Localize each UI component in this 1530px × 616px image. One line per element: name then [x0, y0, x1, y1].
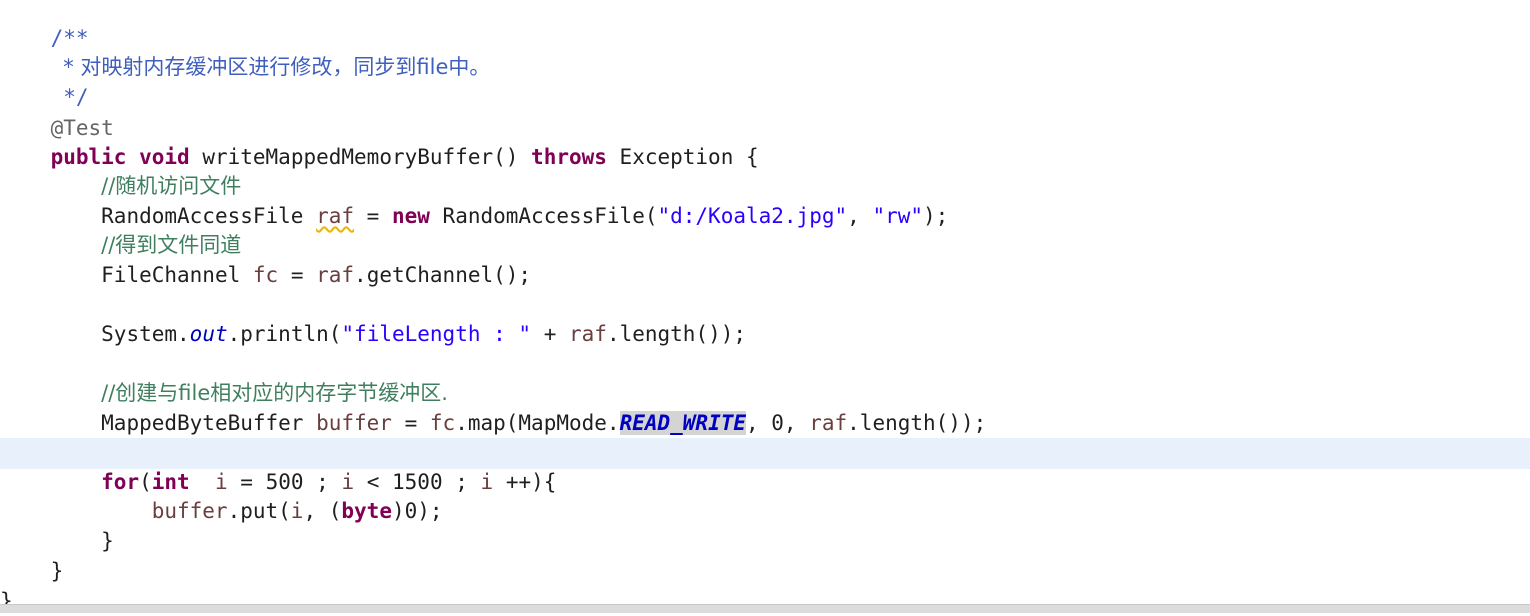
code-token: .put(: [227, 499, 291, 523]
code-token: .map(MapMode.: [455, 411, 620, 435]
code-token: fc: [252, 263, 279, 287]
code-token: READ_WRITE: [619, 411, 746, 435]
code-token: "d:/Koala2.jpg": [657, 204, 848, 228]
code-token: new: [391, 204, 430, 228]
code-token: .length());: [606, 322, 747, 346]
code-token: )0);: [391, 499, 443, 523]
code-token: fc: [429, 411, 456, 435]
code-token: , (: [303, 499, 342, 523]
code-token: int: [151, 470, 190, 494]
code-line: System.out.println("fileLength : " + raf…: [0, 320, 746, 349]
code-line: RandomAccessFile raf = new RandomAccessF…: [0, 202, 948, 231]
code-token: =: [391, 411, 430, 435]
code-token: @Test: [50, 116, 114, 140]
code-token: (: [139, 470, 152, 494]
code-token: /**: [50, 26, 89, 50]
code-token: FileChannel: [101, 263, 253, 287]
code-line: @Test: [0, 114, 114, 143]
code-token: .println(: [227, 322, 342, 346]
code-token: }: [50, 559, 64, 583]
code-token: Exception {: [606, 145, 759, 169]
code-token: ++){: [493, 470, 557, 494]
code-token: i: [290, 499, 304, 523]
code-line: FileChannel fc = raf.getChannel();: [0, 261, 531, 290]
code-token: "rw": [872, 204, 924, 228]
code-line: }: [0, 557, 64, 586]
code-token: * 对映射内存缓冲区进行修改，同步到file中。: [63, 55, 491, 79]
code-token: throws: [531, 145, 607, 169]
code-line: * 对映射内存缓冲区进行修改，同步到file中。: [0, 53, 490, 82]
current-line-highlight: [0, 438, 1530, 469]
code-line: }: [0, 527, 114, 556]
code-token: }: [101, 529, 114, 553]
code-token: < 1500 ;: [354, 470, 481, 494]
code-line: //创建与file相对应的内存字节缓冲区.: [0, 379, 448, 408]
code-token: buffer: [151, 499, 228, 523]
code-line: //随机访问文件: [0, 172, 241, 201]
code-token: MappedByteBuffer: [101, 411, 317, 435]
code-token: writeMappedMemoryBuffer(): [189, 145, 532, 169]
code-token: .getChannel();: [354, 263, 532, 287]
code-token: raf: [316, 263, 355, 287]
code-line: /**: [0, 24, 89, 53]
code-token: =: [278, 263, 317, 287]
code-token: raf: [316, 204, 355, 228]
code-token: "fileLength : ": [341, 322, 532, 346]
code-token: i: [341, 470, 355, 494]
code-token: buffer: [316, 411, 392, 435]
code-line: MappedByteBuffer buffer = fc.map(MapMode…: [0, 409, 986, 438]
code-line: public void writeMappedMemoryBuffer() th…: [0, 143, 759, 172]
code-token: raf: [569, 322, 607, 346]
code-token: .length());: [847, 411, 987, 435]
code-token: , 0,: [746, 411, 810, 435]
code-editor[interactable]: /** * 对映射内存缓冲区进行修改，同步到file中。 */ @Test pu…: [0, 0, 1530, 613]
code-line: buffer.put(i, (byte)0);: [0, 497, 443, 526]
code-token: byte: [341, 499, 392, 523]
code-token: raf: [809, 411, 848, 435]
code-token: */: [63, 85, 89, 109]
code-line: for(int i = 500 ; i < 1500 ; i ++){: [0, 468, 556, 497]
code-token: //创建与file相对应的内存字节缓冲区.: [101, 381, 448, 405]
code-token: RandomAccessFile: [101, 204, 317, 228]
code-token: i: [214, 470, 228, 494]
code-token: //得到文件同道: [101, 233, 242, 257]
code-token: out: [189, 322, 228, 346]
code-token: RandomAccessFile(: [429, 204, 658, 228]
code-token: =: [354, 204, 392, 228]
code-token: public: [50, 145, 127, 169]
code-token: = 500 ;: [227, 470, 342, 494]
code-token: +: [531, 322, 569, 346]
code-token: ,: [847, 204, 873, 228]
code-token: //随机访问文件: [101, 174, 242, 198]
code-token: for: [101, 470, 140, 494]
code-token: i: [480, 470, 494, 494]
code-line: */: [0, 83, 89, 112]
code-line: //得到文件同道: [0, 231, 241, 260]
code-token: );: [923, 204, 949, 228]
code-token: System.: [101, 322, 190, 346]
code-token: void: [139, 145, 190, 169]
